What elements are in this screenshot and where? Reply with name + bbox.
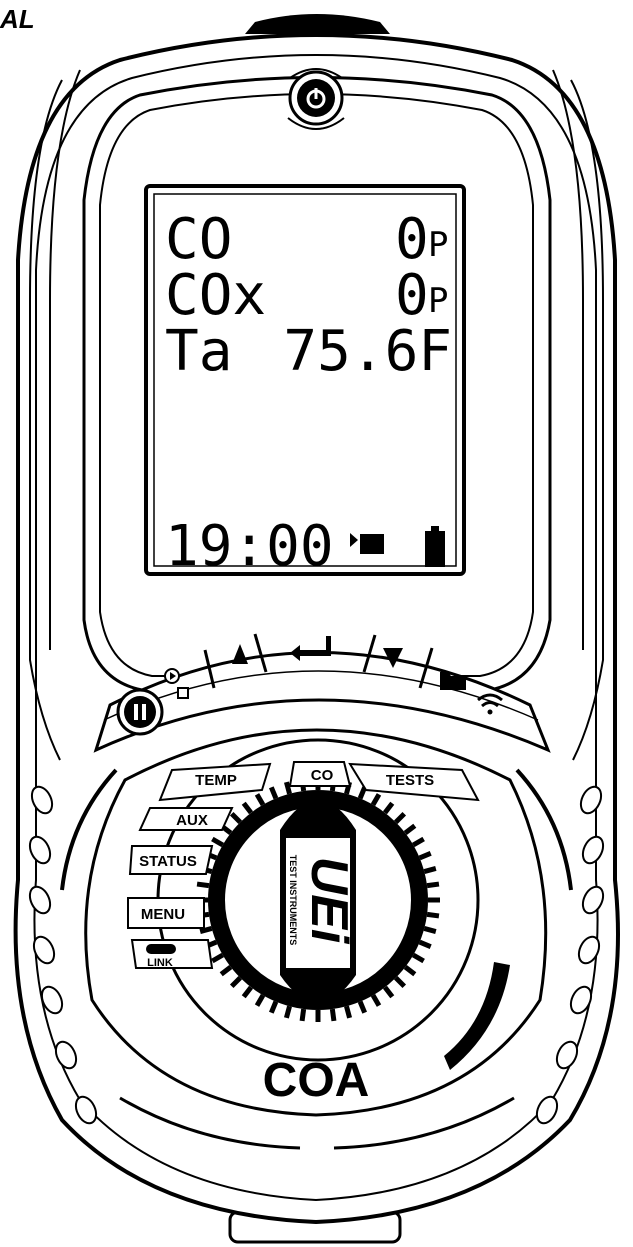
svg-text:TEMP: TEMP xyxy=(195,772,237,789)
dial-tooth xyxy=(284,1005,292,1019)
selector-menu[interactable]: MENU xyxy=(127,897,205,929)
dial-tooth xyxy=(426,881,440,889)
svg-text:AUX: AUX xyxy=(176,812,208,829)
svg-text:MENU: MENU xyxy=(141,906,185,923)
dial-tooth xyxy=(426,911,440,919)
pause-button[interactable] xyxy=(116,688,164,736)
battery-icon xyxy=(425,526,445,567)
lcd-time: 19:00 xyxy=(165,514,334,579)
dial-tooth xyxy=(423,866,437,874)
dial-tooth xyxy=(329,1008,337,1022)
link-logo-icon xyxy=(146,944,176,954)
dial-tooth xyxy=(284,781,292,795)
selector-link[interactable]: LINK xyxy=(130,939,214,969)
dial-tooth xyxy=(344,1005,352,1019)
selector-co[interactable]: CO xyxy=(288,761,352,787)
lcd-row3-value: 75.6F xyxy=(283,319,452,384)
lcd-row3-label: Ta xyxy=(165,319,232,384)
model-label: COA xyxy=(263,1054,370,1107)
svg-text:LINK: LINK xyxy=(147,957,173,969)
selector-aux[interactable]: AUX xyxy=(138,807,234,831)
brand-logo: UEi xyxy=(300,857,358,945)
lcd-row1-unit: P xyxy=(428,225,448,265)
svg-text:STATUS: STATUS xyxy=(139,853,197,870)
device-diagram: CO 0 P COx 0 P Ta 75.6F 19:00 UEi TEST I… xyxy=(13,14,620,1244)
selector-status[interactable]: STATUS xyxy=(128,845,214,875)
dial-tooth xyxy=(423,926,437,934)
brand-tagline: TEST INSTRUMENTS xyxy=(288,855,298,946)
dial-tooth xyxy=(196,881,210,889)
dial-tooth xyxy=(299,1008,307,1022)
lcd-row2-unit: P xyxy=(428,281,448,321)
svg-text:TESTS: TESTS xyxy=(386,772,434,789)
top-clip xyxy=(245,14,390,34)
svg-text:CO: CO xyxy=(311,767,334,784)
